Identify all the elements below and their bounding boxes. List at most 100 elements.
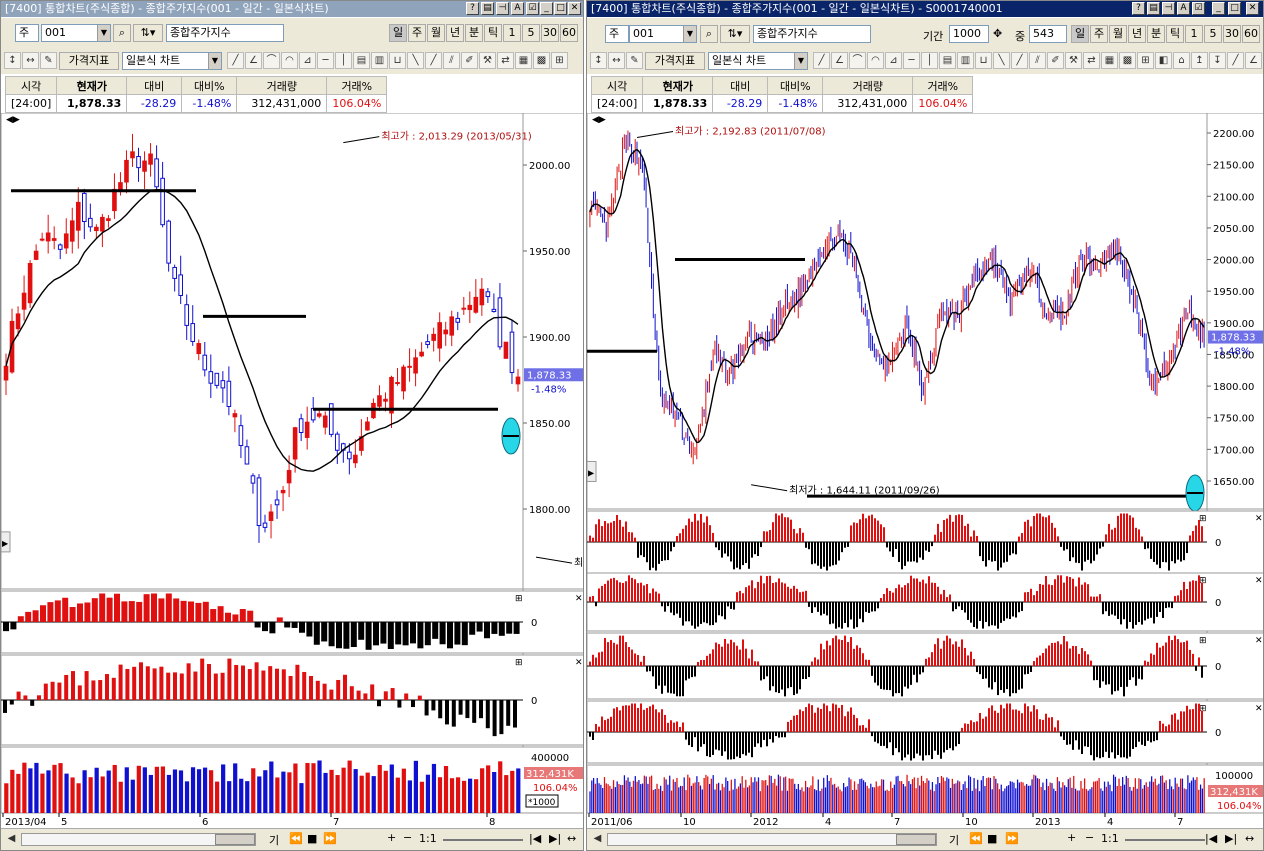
draw-tool-icon[interactable]: ⇄ [1083,52,1100,69]
period-button-6[interactable]: 1 [1185,25,1203,43]
draw-tool-icon[interactable]: ⚒ [479,52,496,69]
help-icon[interactable]: ? [466,2,479,15]
chart-window-right[interactable]: [7400] 통합차트(주식종합) - 종합주가지수(001 - 일간 - 일본… [586,0,1264,851]
period-button-6[interactable]: 1 [503,24,521,42]
code-select[interactable]: 001 ▼ [41,24,111,42]
draw-tool-icon[interactable]: ⊞ [1137,52,1154,69]
draw-tool-icon[interactable]: ╱ [425,52,442,69]
period-button-9[interactable]: 60 [1242,25,1260,43]
code-select[interactable]: 001 ▼ [629,25,697,43]
period-button-7[interactable]: 5 [522,24,540,42]
period-button-5[interactable]: 틱 [484,24,502,42]
next-icon[interactable]: ⏩ [1005,832,1019,845]
draw-tool-icon[interactable]: ╱ [1011,52,1028,69]
draw-tool-icon[interactable]: ∠ [831,52,848,69]
draw-tool-icon[interactable]: ╱ [1227,52,1244,69]
title-bar[interactable]: [7400] 통합차트(주식종합) - 종합주가지수(001 - 일간 - 일본… [587,1,1263,17]
period-button-9[interactable]: 60 [560,24,578,42]
scroll-thumb[interactable] [215,834,255,845]
first-icon[interactable]: |◀ [1205,832,1217,845]
draw-tool-icon[interactable]: ↧ [1209,52,1226,69]
draw-tool-icon[interactable]: ∠ [245,52,262,69]
zoom-out-icon[interactable]: − [403,831,412,844]
period-button-3[interactable]: 년 [446,24,464,42]
draw-tool-icon[interactable]: ⌒ [849,52,866,69]
period-button-1[interactable]: 주 [1090,25,1108,43]
sort-icon[interactable]: ⇅▾ [133,24,163,42]
checkbox-icon[interactable]: ☑ [1192,2,1205,15]
draw-tool-icon[interactable]: ▤ [939,52,956,69]
draw-tool-icon[interactable]: ⫽ [443,52,460,69]
maximize-icon[interactable]: □ [1228,2,1241,15]
zoom-in-icon[interactable]: + [387,831,396,844]
draw-tool-icon[interactable]: ⇄ [497,52,514,69]
draw-tool-icon[interactable]: ╱ [227,52,244,69]
period-button-8[interactable]: 30 [1223,25,1241,43]
stop-icon[interactable]: ■ [987,832,997,845]
move-icon[interactable]: ✥ [993,27,1002,40]
period-button-3[interactable]: 년 [1128,25,1146,43]
minimize-icon[interactable]: _ [1212,2,1225,15]
indicator-button[interactable]: 가격지표 [59,52,119,70]
draw-tool-icon[interactable]: ▦ [515,52,532,69]
draw-tool-icon[interactable]: ╲ [407,52,424,69]
draw-tool-icon[interactable]: ▩ [533,52,550,69]
draw-tool-icon[interactable]: │ [921,52,938,69]
draw-tool-icon[interactable]: ─ [903,52,920,69]
period-button-0[interactable]: 일 [389,24,407,42]
pin-icon[interactable]: ⊣ [496,2,509,15]
price-chart[interactable]: ◀▶2000.001950.001900.001850.001800.00최고가… [1,113,584,830]
chart-style-select[interactable]: 일본식 차트 ▼ [708,52,808,70]
chart-style-select[interactable]: 일본식 차트 ▼ [122,52,222,70]
minimize-icon[interactable]: _ [540,2,553,15]
draw-tool-icon[interactable]: ▤ [353,52,370,69]
close-icon[interactable]: ✕ [1246,2,1259,15]
draw-tool-icon[interactable]: ⊿ [885,52,902,69]
next-icon[interactable]: ⏩ [323,832,337,845]
draw-tool-icon[interactable]: ╱ [813,52,830,69]
draw-tool-icon[interactable]: ▦ [1101,52,1118,69]
draw-tool-icon[interactable]: ⌒ [263,52,280,69]
period-button-8[interactable]: 30 [541,24,559,42]
draw-tool-icon[interactable]: ⊿ [299,52,316,69]
print-icon[interactable]: ▤ [481,2,494,15]
draw-tool-icon[interactable]: ⊔ [975,52,992,69]
zoom-out-icon[interactable]: − [1085,831,1094,844]
last-icon[interactable]: ▶| [1225,832,1237,845]
market-type-select[interactable]: 주 [15,24,39,42]
scroll-left-icon[interactable]: ◀ [589,831,606,848]
draw-tool-icon[interactable]: ⫽ [1029,52,1046,69]
stock-name-field[interactable]: 종합주가지수 [753,25,871,43]
draw-tool-icon[interactable]: ▩ [1119,52,1136,69]
sort-icon[interactable]: ⇅▾ [720,25,750,43]
prev-icon[interactable]: ⏪ [969,832,983,845]
period-button-7[interactable]: 5 [1204,25,1222,43]
stock-name-field[interactable]: 종합주가지수 [166,24,284,42]
arrow-up-down-icon[interactable]: ↕ [4,52,21,69]
draw-tool-icon[interactable]: ▥ [371,52,388,69]
horizontal-scrollbar[interactable] [21,833,256,846]
period-button-4[interactable]: 분 [465,24,483,42]
draw-tool-icon[interactable]: ─ [317,52,334,69]
arrow-left-right-icon[interactable]: ↔ [22,52,39,69]
arrow-up-down-icon[interactable]: ↕ [590,52,607,69]
draw-tool-icon[interactable]: ∠ [1245,52,1262,69]
maximize-icon[interactable]: □ [554,2,567,15]
draw-tool-icon[interactable]: ✐ [461,52,478,69]
expand-icon[interactable]: ↔ [1245,832,1254,845]
period-button-1[interactable]: 주 [408,24,426,42]
last-icon[interactable]: ▶| [549,832,561,845]
draw-tool-icon[interactable]: │ [335,52,352,69]
price-chart[interactable]: ◀▶2200.002150.002100.002050.002000.00195… [587,113,1264,830]
period-button-5[interactable]: 틱 [1166,25,1184,43]
zoom-slider[interactable] [1125,839,1205,841]
mid-input[interactable]: 543 [1029,25,1067,43]
help-icon[interactable]: ? [1132,2,1145,15]
indicator-button[interactable]: 가격지표 [645,52,705,70]
period-button-0[interactable]: 일 [1071,25,1089,43]
font-icon[interactable]: A [511,2,524,15]
stop-icon[interactable]: ■ [307,832,317,845]
close-icon[interactable]: ✕ [568,2,581,15]
horizontal-scrollbar[interactable] [607,833,937,846]
zoom-in-icon[interactable]: + [1067,831,1076,844]
